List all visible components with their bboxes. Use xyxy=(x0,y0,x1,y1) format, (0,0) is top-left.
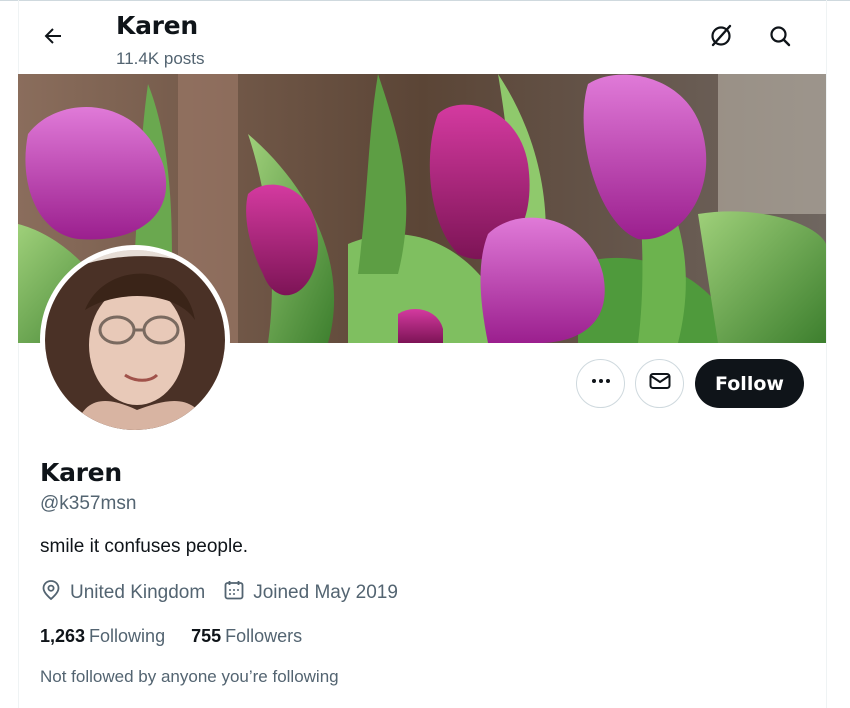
more-dots-icon xyxy=(590,370,612,397)
profile-header: Karen 11.4K posts xyxy=(0,1,850,74)
back-button[interactable] xyxy=(34,19,72,57)
grok-button[interactable] xyxy=(702,19,740,57)
following-count: 1,263 xyxy=(40,626,86,646)
follow-button[interactable]: Follow xyxy=(695,359,804,408)
more-button[interactable] xyxy=(576,359,625,408)
followers-label: Followers xyxy=(225,626,303,646)
profile-handle: @k357msn xyxy=(40,493,137,514)
location-text: United Kingdom xyxy=(70,582,206,603)
message-button[interactable] xyxy=(635,359,684,408)
joined-item: Joined May 2019 xyxy=(223,579,398,607)
profile-meta: United Kingdom Joined May 2019 xyxy=(40,580,416,606)
profile-avatar[interactable] xyxy=(40,245,230,435)
profile-display-name: Karen xyxy=(40,458,122,487)
followed-by-note: Not followed by anyone you’re following xyxy=(40,667,339,686)
profile-bio: smile it confuses people. xyxy=(40,536,249,557)
following-label: Following xyxy=(89,626,166,646)
profile-stats: 1,263 Following 755 Followers xyxy=(40,626,328,647)
search-icon xyxy=(768,24,792,53)
header-display-name: Karen xyxy=(116,11,198,40)
search-button[interactable] xyxy=(761,19,799,57)
location-pin-icon xyxy=(40,579,70,607)
location-item: United Kingdom xyxy=(40,579,205,607)
arrow-left-icon xyxy=(41,24,65,53)
following-link[interactable]: 1,263 Following xyxy=(40,626,165,647)
joined-text: Joined May 2019 xyxy=(253,582,398,603)
header-post-count: 11.4K posts xyxy=(116,49,205,68)
calendar-icon xyxy=(223,579,253,607)
followers-count: 755 xyxy=(191,626,222,646)
followers-link[interactable]: 755 Followers xyxy=(191,626,302,647)
grok-icon xyxy=(708,23,734,54)
envelope-icon xyxy=(648,369,672,398)
